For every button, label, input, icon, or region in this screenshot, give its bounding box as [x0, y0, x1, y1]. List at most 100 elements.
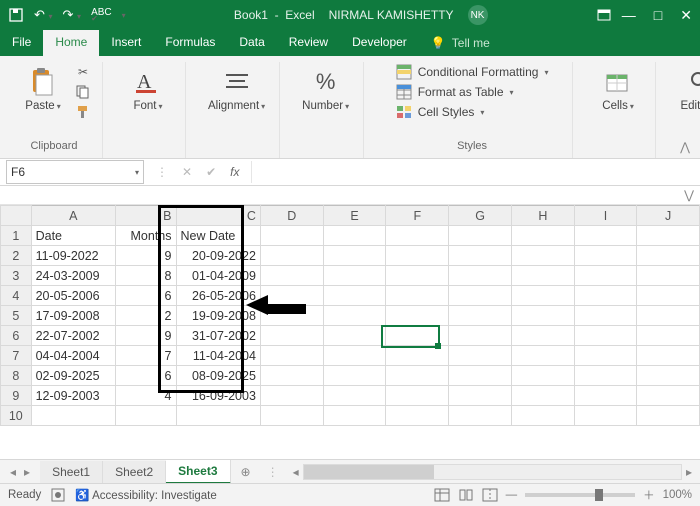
cell-H1[interactable]: [511, 226, 574, 246]
tab-formulas[interactable]: Formulas: [153, 30, 227, 56]
undo-icon[interactable]: ↶ ▾: [34, 7, 53, 23]
row-header-4[interactable]: 4: [1, 286, 32, 306]
cell-E9[interactable]: [323, 386, 386, 406]
cell-I5[interactable]: [574, 306, 637, 326]
cell-F9[interactable]: [386, 386, 449, 406]
sheet-tab-2[interactable]: Sheet2: [103, 461, 166, 483]
formula-bar[interactable]: [251, 161, 700, 183]
cell-A2[interactable]: 11-09-2022: [31, 246, 115, 266]
cells-button[interactable]: Cells▾: [591, 64, 645, 114]
cell-F6[interactable]: [386, 326, 449, 346]
cell-J6[interactable]: [637, 326, 700, 346]
cell-B10[interactable]: [116, 406, 176, 426]
sheet-tab-1[interactable]: Sheet1: [40, 461, 103, 483]
cell-J2[interactable]: [637, 246, 700, 266]
cell-A1[interactable]: Date: [31, 226, 115, 246]
cell-B3[interactable]: 8: [116, 266, 176, 286]
cell-H5[interactable]: [511, 306, 574, 326]
cell-E4[interactable]: [323, 286, 386, 306]
alignment-button[interactable]: Alignment▾: [204, 64, 269, 114]
col-header-F[interactable]: F: [386, 206, 449, 226]
cell-H3[interactable]: [511, 266, 574, 286]
cell-D9[interactable]: [260, 386, 323, 406]
cell-G2[interactable]: [449, 246, 512, 266]
cell-E8[interactable]: [323, 366, 386, 386]
collapse-ribbon-icon[interactable]: ⋀: [680, 140, 690, 154]
tab-insert[interactable]: Insert: [99, 30, 153, 56]
cell-H10[interactable]: [511, 406, 574, 426]
cut-icon[interactable]: ✂: [74, 64, 92, 80]
row-header-1[interactable]: 1: [1, 226, 32, 246]
conditional-formatting-button[interactable]: Conditional Formatting ▾: [396, 64, 549, 80]
save-icon[interactable]: [8, 7, 24, 23]
cell-D4[interactable]: [260, 286, 323, 306]
sheet-tab-3[interactable]: Sheet3: [166, 460, 230, 484]
cancel-formula-icon[interactable]: ✕: [182, 165, 192, 179]
col-header-C[interactable]: C: [176, 206, 260, 226]
page-layout-view-icon[interactable]: [458, 488, 474, 502]
cell-C4[interactable]: 26-05-2006: [176, 286, 260, 306]
cell-H7[interactable]: [511, 346, 574, 366]
cell-B7[interactable]: 7: [116, 346, 176, 366]
select-all-corner[interactable]: [1, 206, 32, 226]
tab-data[interactable]: Data: [227, 30, 276, 56]
paste-button[interactable]: Paste▾: [16, 64, 70, 120]
cell-C3[interactable]: 01-04-2009: [176, 266, 260, 286]
cell-E10[interactable]: [323, 406, 386, 426]
cell-G7[interactable]: [449, 346, 512, 366]
accessibility-status[interactable]: ♿ Accessibility: Investigate: [75, 488, 217, 502]
cell-H6[interactable]: [511, 326, 574, 346]
sheet-nav-prev-icon[interactable]: ◂: [10, 465, 16, 479]
row-header-10[interactable]: 10: [1, 406, 32, 426]
tab-developer[interactable]: Developer: [340, 30, 419, 56]
fx-icon[interactable]: fx: [230, 165, 239, 179]
cell-G5[interactable]: [449, 306, 512, 326]
cell-D5[interactable]: [260, 306, 323, 326]
cell-I4[interactable]: [574, 286, 637, 306]
cell-D7[interactable]: [260, 346, 323, 366]
col-header-A[interactable]: A: [31, 206, 115, 226]
cell-F10[interactable]: [386, 406, 449, 426]
formula-bar-expand-icon[interactable]: ⋁: [684, 188, 694, 202]
cell-I1[interactable]: [574, 226, 637, 246]
qat-customize-icon[interactable]: ▾: [122, 11, 126, 20]
cell-F8[interactable]: [386, 366, 449, 386]
cell-F1[interactable]: [386, 226, 449, 246]
cell-B4[interactable]: 6: [116, 286, 176, 306]
zoom-out-icon[interactable]: ―: [506, 489, 518, 501]
macro-record-icon[interactable]: [51, 488, 65, 502]
cell-C10[interactable]: [176, 406, 260, 426]
tab-file[interactable]: File: [0, 30, 43, 56]
cell-B6[interactable]: 9: [116, 326, 176, 346]
ribbon-display-icon[interactable]: [596, 7, 612, 23]
row-header-2[interactable]: 2: [1, 246, 32, 266]
cell-A7[interactable]: 04-04-2004: [31, 346, 115, 366]
close-icon[interactable]: ✕: [680, 7, 692, 24]
cell-E2[interactable]: [323, 246, 386, 266]
cell-D10[interactable]: [260, 406, 323, 426]
cell-D3[interactable]: [260, 266, 323, 286]
cell-G9[interactable]: [449, 386, 512, 406]
format-as-table-button[interactable]: Format as Table ▾: [396, 84, 514, 100]
spellcheck-icon[interactable]: ABC✔: [91, 7, 112, 23]
cell-B2[interactable]: 9: [116, 246, 176, 266]
col-header-H[interactable]: H: [511, 206, 574, 226]
user-avatar[interactable]: NK: [468, 5, 488, 25]
col-header-E[interactable]: E: [323, 206, 386, 226]
col-header-B[interactable]: B: [116, 206, 176, 226]
cell-C6[interactable]: 31-07-2002: [176, 326, 260, 346]
tab-review[interactable]: Review: [277, 30, 340, 56]
cell-F7[interactable]: [386, 346, 449, 366]
cell-C5[interactable]: 19-09-2008: [176, 306, 260, 326]
cell-C7[interactable]: 11-04-2004: [176, 346, 260, 366]
cell-I7[interactable]: [574, 346, 637, 366]
cell-B1[interactable]: Months: [116, 226, 176, 246]
cell-A9[interactable]: 12-09-2003: [31, 386, 115, 406]
redo-icon[interactable]: ↷ ▾: [63, 7, 82, 23]
cell-B9[interactable]: 4: [116, 386, 176, 406]
cell-D6[interactable]: [260, 326, 323, 346]
row-header-8[interactable]: 8: [1, 366, 32, 386]
cell-A4[interactable]: 20-05-2006: [31, 286, 115, 306]
format-painter-icon[interactable]: [74, 104, 92, 120]
cell-I10[interactable]: [574, 406, 637, 426]
